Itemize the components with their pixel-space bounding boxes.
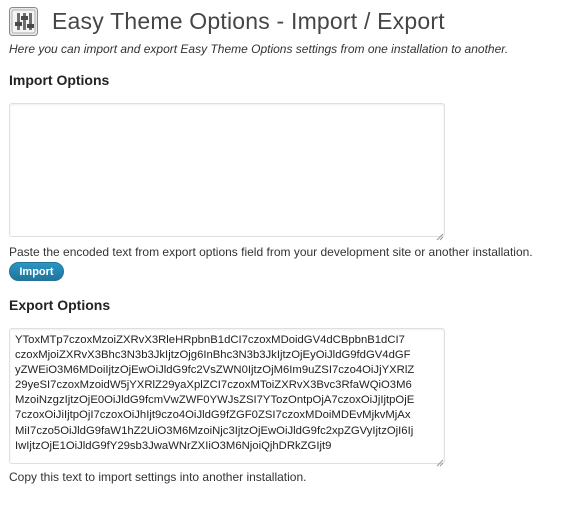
export-options-title: Export Options — [9, 297, 111, 313]
import-button[interactable]: Import — [9, 262, 64, 281]
settings-sliders-icon — [9, 6, 38, 36]
page-title: Easy Theme Options - Import / Export — [52, 7, 445, 34]
export-code-line: yZWEiO3M6MDoiIjtzOjEwOiJldG9fc2VsZWN0Ijt… — [15, 364, 415, 377]
page-header: Easy Theme Options - Import / Export — [9, 5, 445, 37]
export-code-line: MzoiNzgzIjtzOjE0OiJldG9fcmVwZWF0YWJsZSI7… — [15, 394, 415, 407]
resize-grip-icon[interactable] — [436, 228, 445, 241]
import-options-textarea[interactable] — [9, 103, 445, 237]
page-intro: Here you can import and export Easy Them… — [9, 42, 509, 56]
export-hint: Copy this text to import settings into a… — [9, 470, 307, 484]
export-code-line: 7czoxOiJiIjtpOjI7czoxOiJhIjt9czo4OiJldG9… — [15, 409, 411, 422]
import-options-title: Import Options — [9, 72, 110, 88]
export-code-line: 29yeSI7czoxMzoidW5jYXRlZ29yaXplZCI7czoxM… — [15, 379, 412, 392]
export-code-line: MiI7czo5OiJldG9faW1hZ2UiO3M6MzoiNjc3Ijtz… — [15, 424, 414, 437]
export-code-line: czoxMjoiZXRvX3Bhc3N3b3JkIjtzOjg6InBhc3N3… — [15, 349, 411, 362]
resize-grip-icon[interactable] — [436, 454, 445, 467]
export-code-line: IwIjtzOjE1OiJldG9fY29sb3JwaWNrZXIiO3M6Nj… — [15, 439, 332, 452]
export-options-textarea[interactable]: YToxMTp7czoxMzoiZXRvX3RleHRpbnB1dCI7czox… — [9, 328, 445, 464]
export-code-line: YToxMTp7czoxMzoiZXRvX3RleHRpbnB1dCI7czox… — [15, 334, 405, 346]
import-hint: Paste the encoded text from export optio… — [9, 245, 533, 259]
